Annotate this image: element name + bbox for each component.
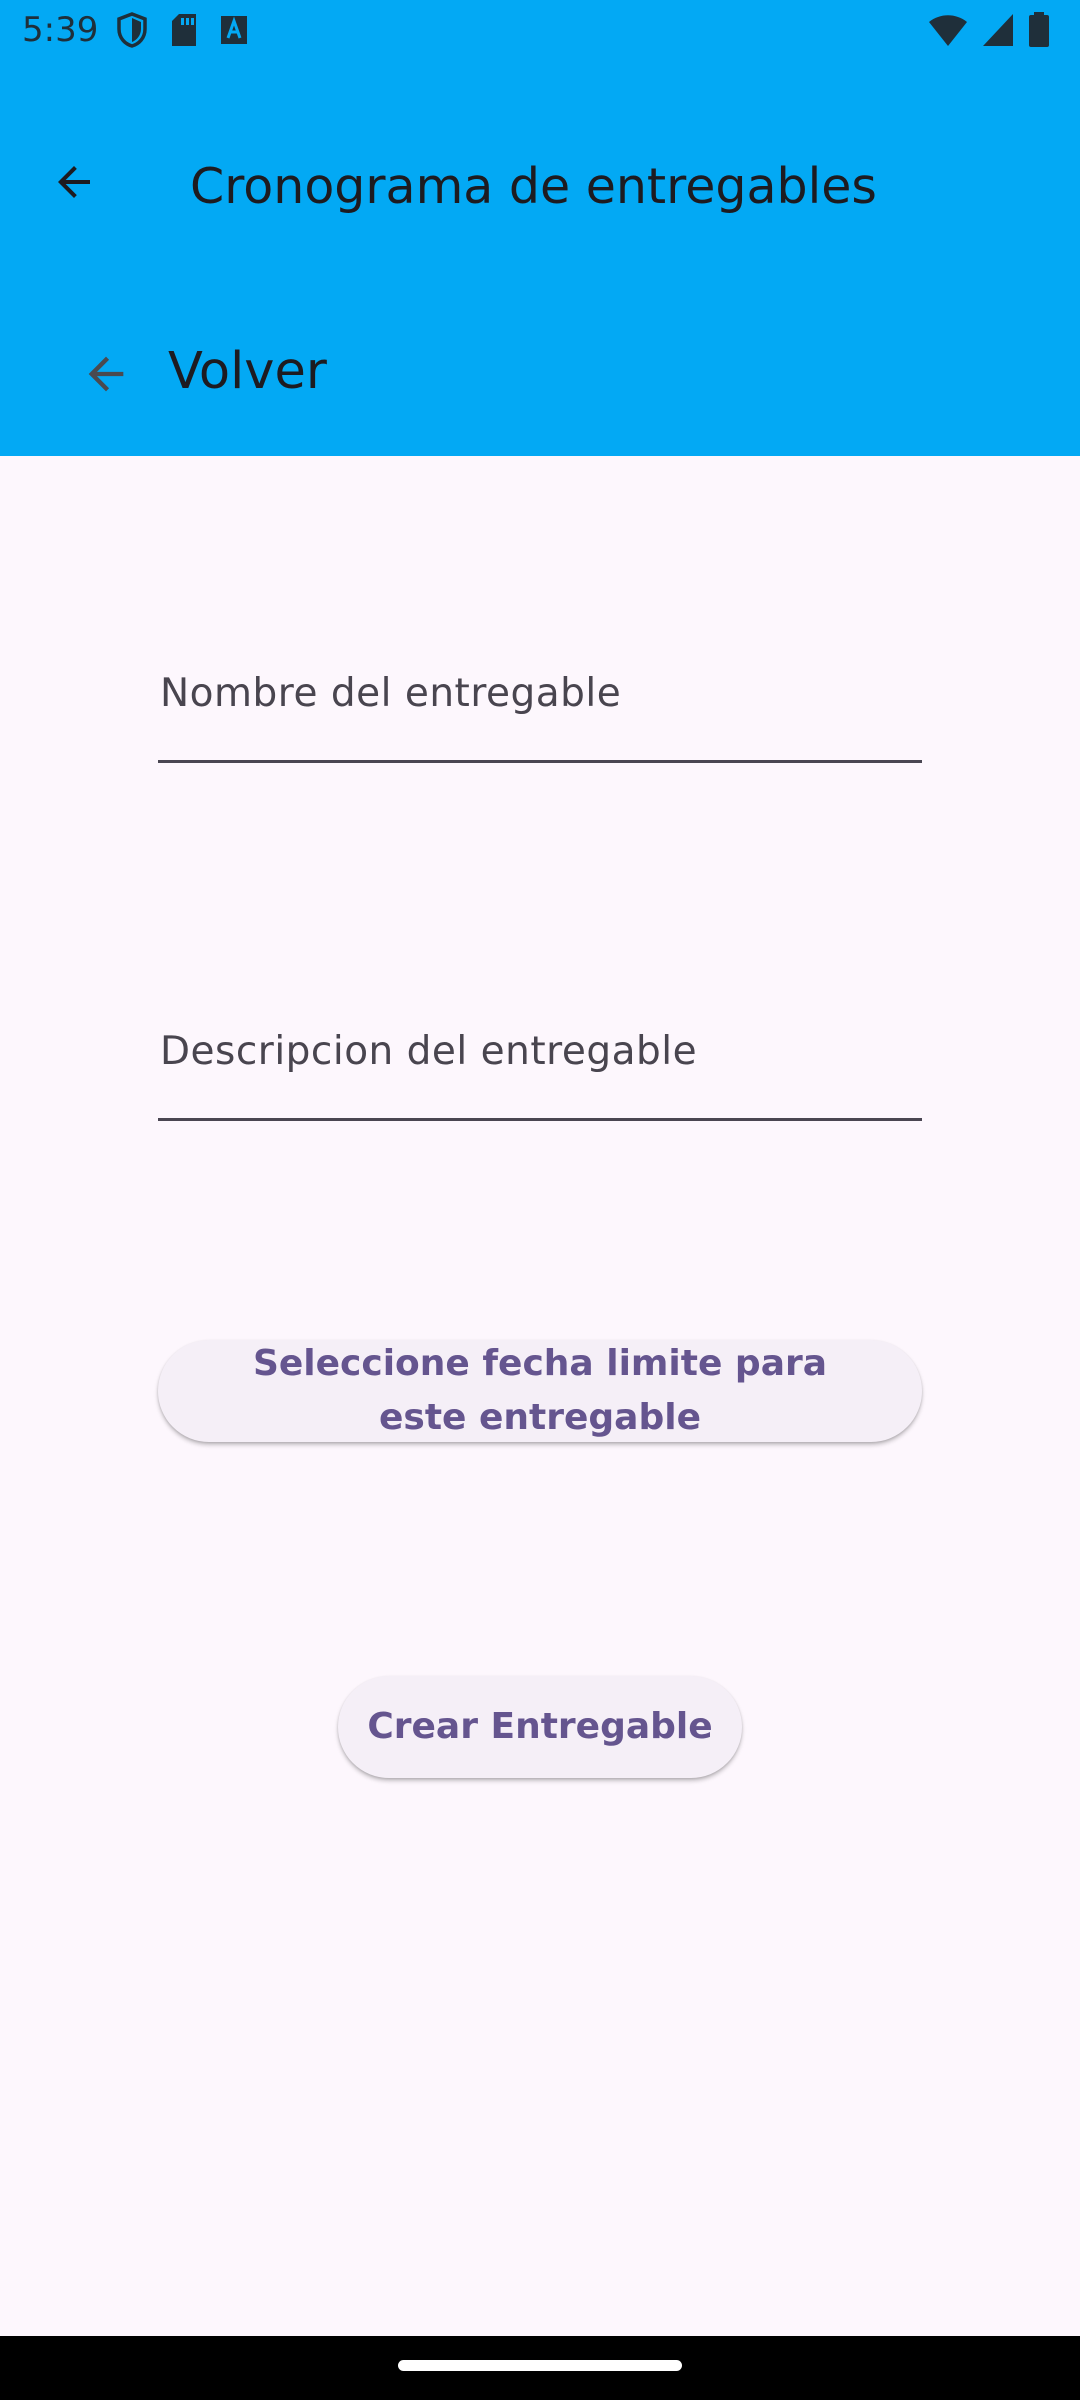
nombre-entregable-label: Nombre del entregable bbox=[160, 671, 622, 716]
volver-label: Volver bbox=[168, 342, 327, 401]
app-bar-back-button[interactable] bbox=[30, 140, 118, 228]
shield-icon bbox=[116, 12, 148, 48]
descripcion-entregable-field[interactable]: Descripcion del entregable bbox=[158, 998, 922, 1121]
descripcion-entregable-label: Descripcion del entregable bbox=[160, 1029, 698, 1074]
select-deadline-label: Seleccione fecha limite para este entreg… bbox=[252, 1343, 828, 1438]
sd-card-icon bbox=[170, 13, 198, 47]
nombre-entregable-field[interactable]: Nombre del entregable bbox=[158, 640, 922, 763]
status-time: 5:39 bbox=[22, 10, 99, 50]
arrow-back-icon bbox=[50, 158, 98, 211]
home-gesture-handle[interactable] bbox=[398, 2360, 682, 2371]
volver-button[interactable]: Volver bbox=[0, 312, 1080, 432]
system-navigation-bar bbox=[0, 2336, 1080, 2400]
select-deadline-button[interactable]: Seleccione fecha limite para este entreg… bbox=[158, 1340, 922, 1442]
arrow-back-icon bbox=[64, 338, 148, 410]
header-area: 5:39 Cronograma de entregables Volver bbox=[0, 0, 1080, 456]
app-bar: Cronograma de entregables bbox=[0, 120, 1080, 252]
font-a-icon bbox=[220, 15, 248, 45]
create-deliverable-button[interactable]: Crear Entregable bbox=[338, 1676, 742, 1778]
signal-icon bbox=[982, 13, 1014, 47]
wifi-icon bbox=[928, 13, 968, 47]
status-bar: 5:39 bbox=[0, 0, 1080, 64]
page-title: Cronograma de entregables bbox=[190, 158, 877, 215]
create-deliverable-label: Crear Entregable bbox=[367, 1706, 713, 1747]
battery-icon bbox=[1028, 12, 1050, 48]
